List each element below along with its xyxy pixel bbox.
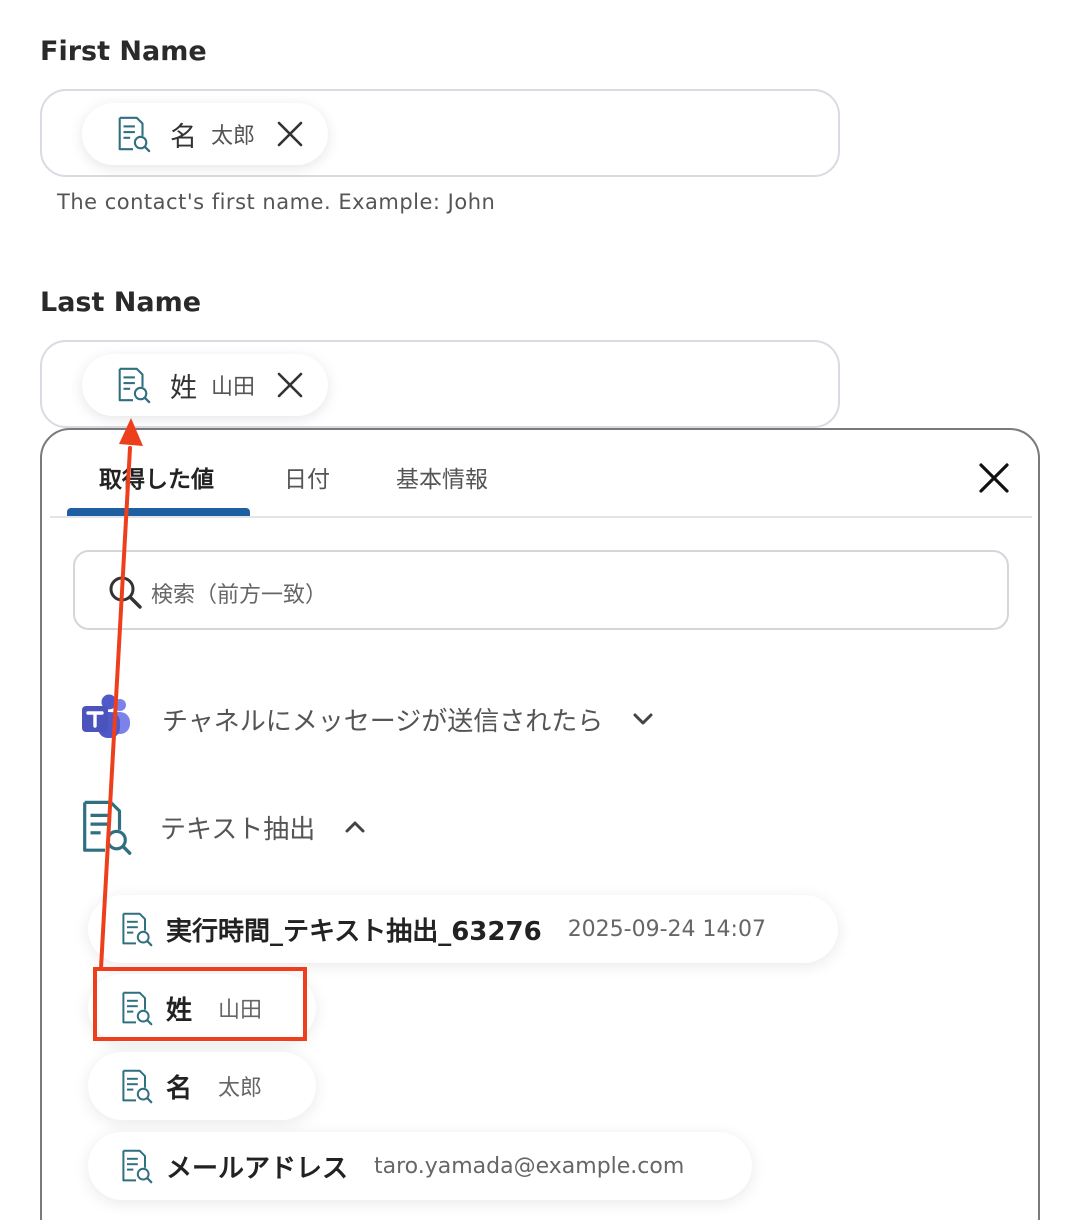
first-name-value-chip[interactable]: 名 太郎 — [82, 103, 328, 165]
document-search-icon — [114, 115, 152, 153]
chevron-up-icon[interactable] — [343, 815, 367, 839]
first-name-hint: The contact's first name. Example: John — [57, 190, 496, 214]
chip-key: 名 — [170, 121, 197, 153]
group-text-extraction[interactable]: テキスト抽出 — [76, 798, 367, 856]
item-value: 太郎 — [218, 1076, 263, 1101]
document-search-icon — [118, 1148, 154, 1184]
group-teams-channel-message[interactable]: チャネルにメッセージが送信されたら — [78, 690, 655, 748]
last-name-label: Last Name — [40, 287, 202, 318]
tab-divider — [50, 516, 1032, 518]
item-key: 名 — [166, 1073, 193, 1104]
group-label: チャネルにメッセージが送信されたら — [162, 706, 604, 737]
last-name-field[interactable]: 姓 山田 — [40, 340, 840, 428]
tab-acquired-values[interactable]: 取得した値 — [99, 460, 214, 494]
teams-icon — [78, 690, 136, 748]
search-input[interactable]: 検索（前方一致） — [73, 550, 1009, 630]
chip-value: 太郎 — [211, 124, 256, 149]
search-placeholder: 検索（前方一致） — [151, 583, 328, 608]
list-item[interactable]: 名 太郎 — [88, 1052, 316, 1120]
document-search-icon — [118, 1068, 154, 1104]
chip-value: 山田 — [211, 375, 256, 400]
list-item[interactable]: 実行時間_テキスト抽出_63276 2025-09-24 14:07 — [88, 895, 838, 963]
chip-key: 姓 — [170, 372, 197, 404]
tab-basic-info[interactable]: 基本情報 — [396, 460, 488, 494]
close-icon[interactable] — [976, 460, 1012, 496]
remove-chip-icon[interactable] — [275, 119, 305, 149]
search-icon — [107, 574, 143, 610]
document-search-icon — [114, 366, 152, 404]
tab-date[interactable]: 日付 — [284, 460, 330, 494]
item-value: taro.yamada@example.com — [374, 1153, 685, 1179]
last-name-value-chip[interactable]: 姓 山田 — [82, 354, 328, 416]
active-tab-indicator — [67, 508, 250, 516]
item-key: 実行時間_テキスト抽出_63276 — [166, 916, 542, 947]
remove-chip-icon[interactable] — [275, 370, 305, 400]
item-key: メールアドレス — [166, 1153, 349, 1184]
document-search-icon — [76, 798, 134, 856]
first-name-field[interactable]: 名 太郎 — [40, 89, 840, 177]
document-search-icon — [118, 911, 154, 947]
item-value: 2025-09-24 14:07 — [567, 916, 766, 942]
selection-highlight-box — [93, 967, 307, 1041]
value-picker-panel: 取得した値 日付 基本情報 検索（前方一致） チャネルにメッセージが送信されたら — [40, 428, 1040, 1220]
chevron-down-icon[interactable] — [631, 707, 655, 731]
list-item[interactable]: メールアドレス taro.yamada@example.com — [88, 1132, 752, 1200]
group-label: テキスト抽出 — [160, 814, 316, 845]
first-name-label: First Name — [40, 36, 207, 67]
